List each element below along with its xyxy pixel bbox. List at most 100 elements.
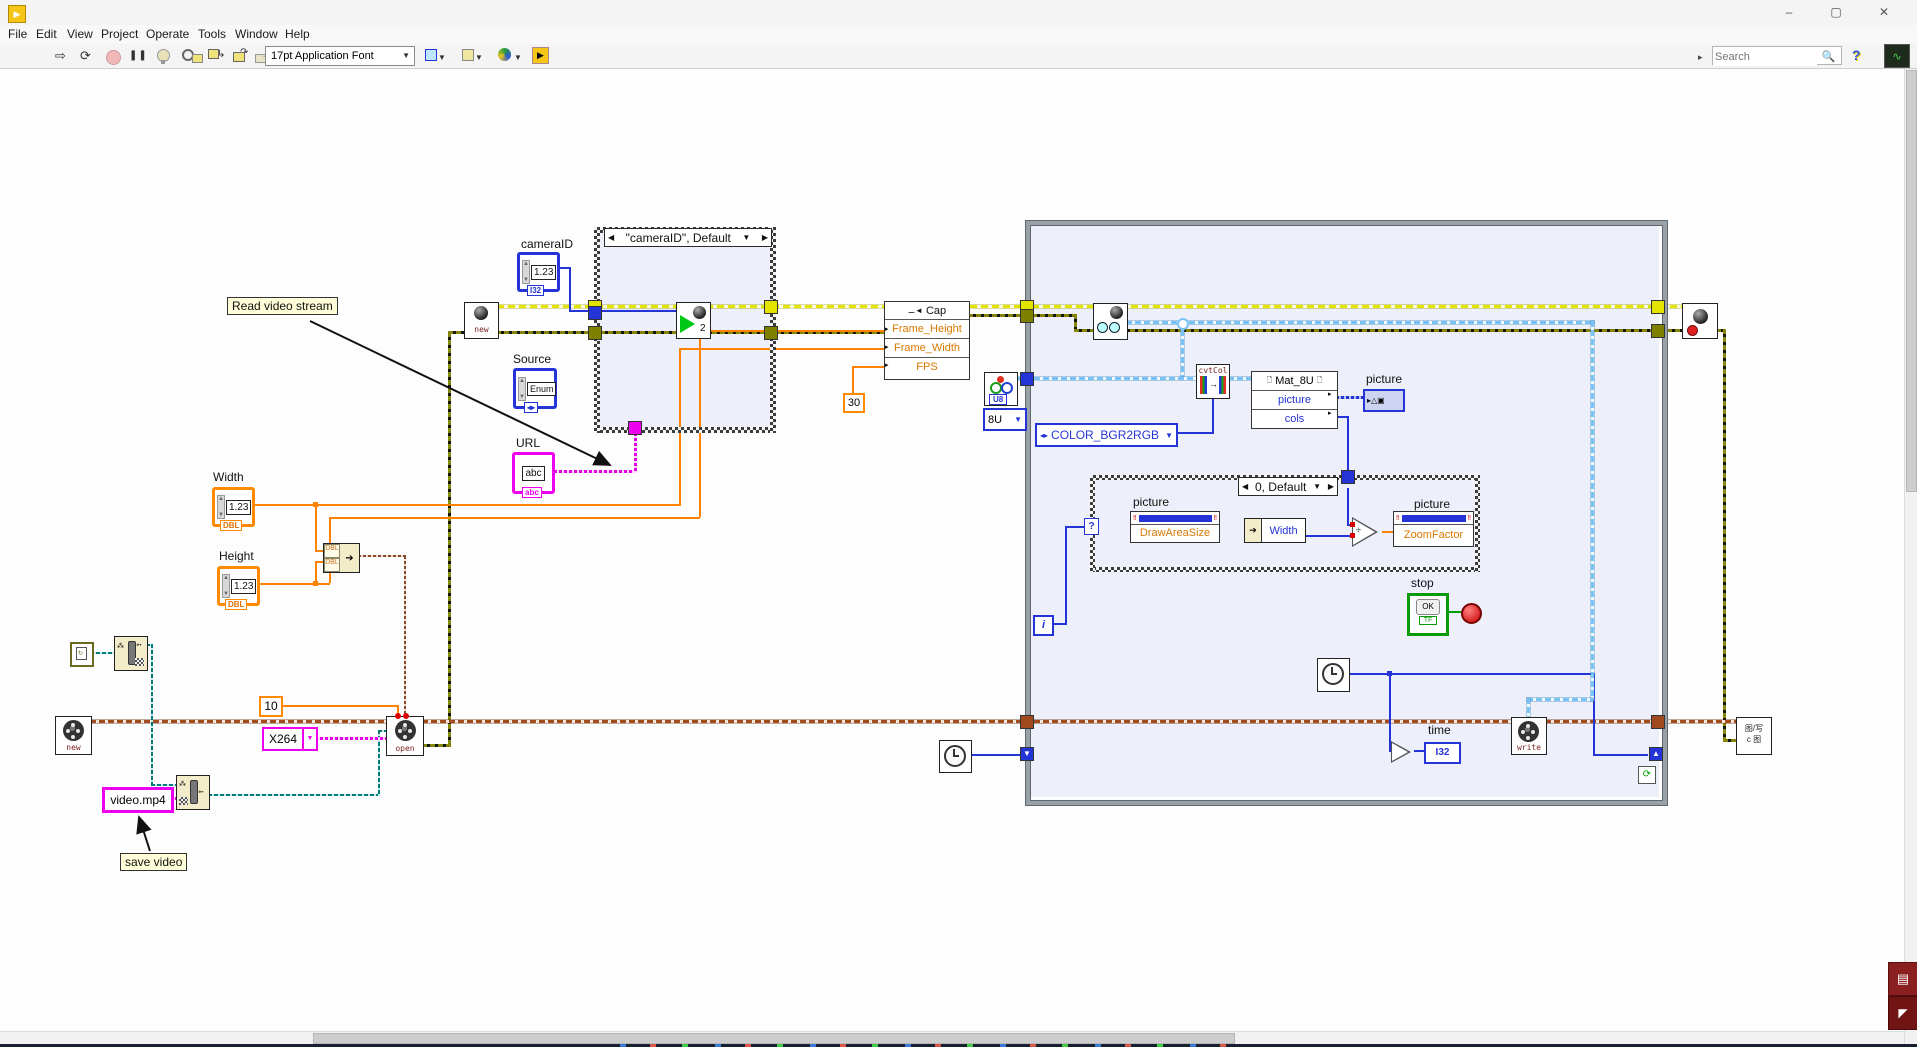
search-box[interactable]: 🔍	[1712, 46, 1842, 65]
drawareasize-row[interactable]: DrawAreaSize	[1131, 524, 1219, 541]
convert-node[interactable]	[1392, 743, 1408, 761]
align-objects-icon[interactable]	[425, 49, 437, 61]
mat-property-node[interactable]: 🗋 Mat_8U 🗋 picture cols	[1251, 371, 1338, 429]
run-button[interactable]: ⇨	[55, 48, 66, 64]
increment-decrement-icon[interactable]: ▲▼	[217, 495, 225, 519]
cameraid-value[interactable]: 1.23	[531, 265, 556, 280]
mat-row-cols[interactable]: cols	[1252, 409, 1337, 427]
case-dropdown-icon[interactable]: ▼	[1313, 482, 1321, 491]
menu-operate[interactable]: Operate	[146, 27, 189, 41]
menu-window[interactable]: Window	[235, 27, 278, 41]
camera-new-label: new	[465, 325, 498, 334]
bundle-arrow-icon: ➔	[340, 544, 359, 572]
cap-row-frame-width[interactable]: Frame_Width	[885, 338, 969, 357]
case-next-icon[interactable]: ▶	[1328, 482, 1334, 491]
path-constant-node[interactable]: ↻	[70, 642, 94, 667]
inner-case-selector[interactable]: ◀ 0, Default ▼ ▶	[1238, 477, 1338, 496]
floating-tool-button-1[interactable]: ▤	[1888, 962, 1917, 996]
stop-button-terminal[interactable]: OK TF	[1407, 593, 1449, 636]
menu-help[interactable]: Help	[285, 27, 310, 41]
mat-row-picture[interactable]: picture	[1252, 390, 1337, 409]
tick-count-outer-node[interactable]	[939, 740, 972, 773]
case-prev-icon[interactable]: ◀	[608, 233, 614, 242]
depth-ring-constant[interactable]: 8U ▼	[983, 408, 1027, 431]
picture-indicator[interactable]: ▸△▣	[1363, 389, 1405, 412]
font-selector[interactable]: 17pt Application Font ▼	[265, 46, 415, 66]
pause-button[interactable]: ❚❚	[129, 48, 148, 64]
cap-row-fps[interactable]: FPS	[885, 357, 969, 375]
vertical-scrollbar-thumb[interactable]	[1906, 70, 1917, 492]
close-button[interactable]: ✕	[1861, 0, 1907, 25]
constant-10[interactable]: 10	[259, 696, 283, 717]
camera-read-node[interactable]	[1093, 303, 1128, 340]
minimize-button[interactable]: –	[1766, 0, 1812, 25]
shift-register-left-icon[interactable]: ▼	[1020, 747, 1034, 761]
writer-new-node[interactable]: new	[55, 716, 92, 755]
cleanup-diagram-icon[interactable]: ▶	[532, 47, 549, 64]
writer-write-node[interactable]: write	[1511, 717, 1547, 755]
url-value[interactable]: abc	[522, 466, 544, 481]
vi-icon[interactable]: ∿	[1884, 44, 1910, 68]
horizontal-scrollbar-thumb[interactable]	[313, 1033, 1235, 1044]
end-subvi-node[interactable]: 图/写 c 图	[1736, 717, 1772, 755]
node-warn-icon-right: ‼	[1468, 515, 1472, 522]
search-input[interactable]	[1713, 49, 1817, 66]
menu-edit[interactable]: Edit	[36, 27, 57, 41]
drawareasize-property-node[interactable]: ‼ ‼ DrawAreaSize	[1130, 511, 1220, 543]
abort-button[interactable]	[106, 50, 121, 65]
increment-decrement-icon[interactable]: ▲▼	[518, 377, 526, 401]
case-prev-icon[interactable]: ◀	[1242, 482, 1248, 491]
stop-condition-icon[interactable]	[1461, 603, 1482, 624]
menu-file[interactable]: File	[8, 27, 27, 41]
width-value[interactable]: 1.23	[226, 500, 251, 515]
unbundle-node[interactable]: ➔ Width	[1244, 518, 1306, 543]
save-video-label[interactable]: save video	[120, 853, 187, 871]
build-path-node[interactable]: ⁂ ➳	[176, 775, 210, 810]
writer-open-node[interactable]: open	[386, 716, 424, 756]
cap-row-frame-height[interactable]: Frame_Height	[885, 319, 969, 338]
codec-constant[interactable]: X264 ▼	[262, 727, 318, 751]
camera-new-node[interactable]: new	[464, 302, 499, 339]
case-next-icon[interactable]: ▶	[762, 233, 768, 242]
loop-tunnel-ref-right	[1651, 715, 1665, 729]
bundle-node[interactable]: DBL DBL ➔	[323, 543, 360, 573]
shift-register-right-icon[interactable]: ▲	[1649, 747, 1663, 761]
u8-type-node[interactable]: U8	[984, 372, 1018, 406]
inner-case-border-right[interactable]	[1475, 475, 1480, 572]
increment-decrement-icon[interactable]: ▲▼	[222, 574, 230, 598]
floating-tool-button-2[interactable]: ◤	[1888, 996, 1917, 1030]
width-label: Width	[213, 470, 244, 484]
read-video-stream-label[interactable]: Read video stream	[227, 297, 338, 315]
outer-case-border-bottom[interactable]	[594, 427, 776, 433]
filename-constant[interactable]: video.mp4	[102, 787, 174, 813]
zoomfactor-property-node[interactable]: ‼ ‼ ZoomFactor	[1393, 511, 1474, 547]
increment-decrement-icon[interactable]: ▲▼	[522, 260, 530, 284]
maximize-button[interactable]: ▢	[1813, 0, 1859, 25]
strip-path-node[interactable]: ⁂ ➳	[114, 636, 148, 671]
cap-property-node[interactable]: ⚊◄ Cap Frame_Height Frame_Width FPS	[884, 301, 970, 380]
open-camera-node[interactable]: 2	[676, 302, 711, 339]
zoomfactor-row[interactable]: ZoomFactor	[1394, 524, 1473, 545]
iteration-terminal[interactable]: i	[1033, 615, 1054, 636]
tick-count-inner-node[interactable]	[1317, 658, 1350, 692]
run-continuous-button[interactable]: ⟳	[80, 48, 91, 64]
distribute-objects-icon[interactable]	[462, 49, 474, 61]
color-mode-constant[interactable]: ◂▸ COLOR_BGR2RGB ▼	[1035, 423, 1178, 447]
menu-project[interactable]: Project	[101, 27, 138, 41]
height-value[interactable]: 1.23	[231, 579, 256, 594]
inner-case-border-bottom[interactable]	[1090, 567, 1480, 572]
resize-objects-icon[interactable]	[498, 48, 511, 61]
help-button[interactable]: ?	[1852, 47, 1861, 63]
outer-case-selector[interactable]: ◀ "cameraID", Default ▼ ▶	[604, 228, 772, 247]
toolbar-overflow-icon[interactable]: ▸	[1698, 49, 1703, 65]
class-bar	[1402, 515, 1466, 522]
menu-tools[interactable]: Tools	[198, 27, 226, 41]
cvtcolor-node[interactable]: cvtCol →	[1196, 364, 1230, 399]
camera-release-node[interactable]	[1682, 303, 1718, 339]
loop-condition-terminal[interactable]: ⟳	[1638, 766, 1656, 784]
source-value[interactable]: Enum	[527, 382, 557, 396]
time-indicator[interactable]: I32	[1424, 742, 1461, 764]
case-dropdown-icon[interactable]: ▼	[742, 233, 750, 242]
menu-view[interactable]: View	[67, 27, 93, 41]
constant-30[interactable]: 30	[843, 393, 865, 413]
